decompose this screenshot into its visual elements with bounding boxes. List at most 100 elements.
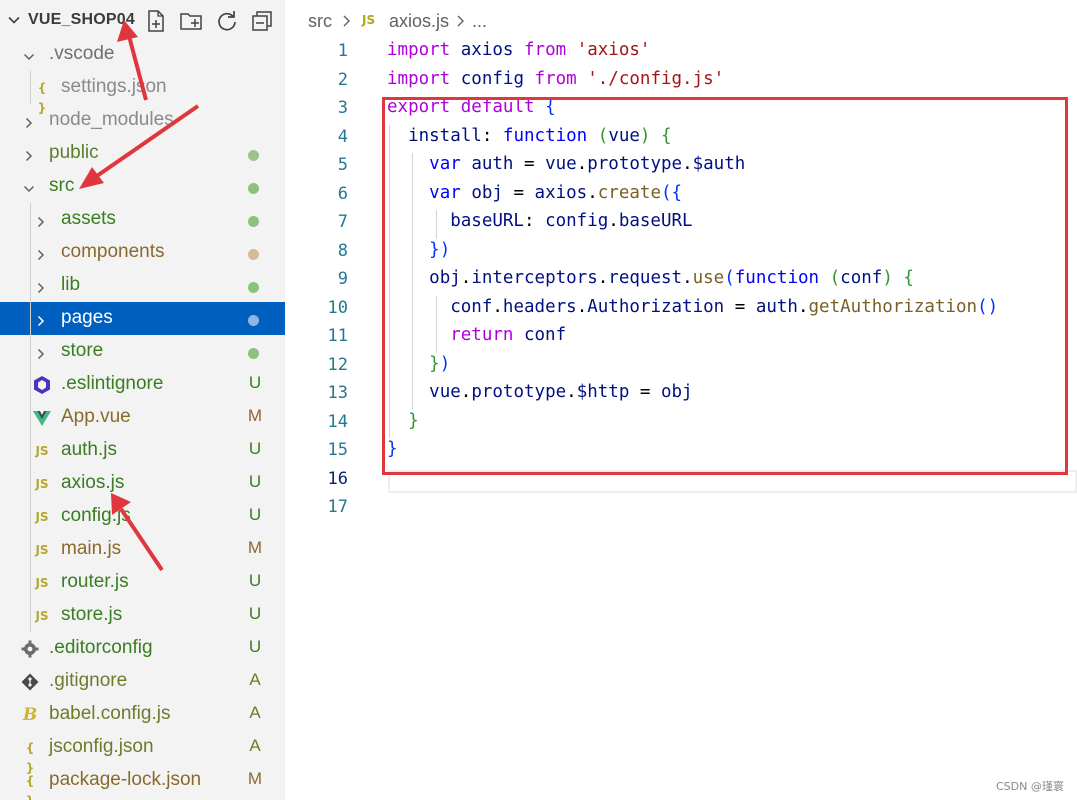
chevron-right-icon[interactable] — [22, 147, 36, 169]
tree-item-label: store — [61, 340, 104, 361]
js-file-icon: JS — [35, 444, 49, 458]
git-status-badge: A — [249, 736, 261, 755]
watermark: CSDN @瑾寰 — [996, 780, 1064, 793]
chevron-right-icon[interactable] — [34, 345, 48, 367]
line-number: 3 — [337, 98, 348, 118]
tree-folder-vscode[interactable]: .vscode — [0, 38, 285, 71]
line-number: 11 — [327, 326, 348, 346]
line-number: 10 — [327, 297, 348, 318]
tree-file-store-js[interactable]: JS store.js U — [0, 599, 285, 632]
git-status-dot — [248, 282, 259, 293]
chevron-right-icon[interactable] — [34, 279, 48, 301]
line-number: 5 — [337, 155, 348, 175]
git-status-badge: U — [248, 637, 262, 656]
code-line[interactable]: import axios from 'axios' — [387, 40, 650, 60]
tree-item-label: main.js — [61, 538, 122, 559]
git-status-badge: U — [248, 604, 262, 623]
git-status-badge: U — [248, 373, 262, 392]
tree-file-router-js[interactable]: JS router.js U — [0, 566, 285, 599]
tree-file-babel-config-js[interactable]: Bbabel.config.js A — [0, 698, 285, 731]
tree-folder-lib[interactable]: lib — [0, 269, 285, 302]
git-status-dot — [248, 249, 259, 260]
line-number: 17 — [327, 497, 348, 517]
tree-folder-node-modules[interactable]: node_modules — [0, 104, 285, 137]
chevron-right-icon[interactable] — [34, 246, 48, 268]
indent-guide — [30, 203, 31, 632]
tree-item-label: package-lock.json — [49, 769, 202, 790]
line-number: 4 — [337, 126, 348, 147]
json-file-icon: { } — [25, 741, 35, 775]
line-number: 12 — [327, 354, 348, 375]
tree-file-auth-js[interactable]: JS auth.js U — [0, 434, 285, 467]
tree-file-main-js[interactable]: JS main.js M — [0, 533, 285, 566]
chevron-down-icon[interactable] — [22, 180, 36, 202]
tree-folder-pages[interactable]: pages — [0, 302, 285, 335]
tree-file-eslintignore[interactable]: .eslintignore U — [0, 368, 285, 401]
new-folder-icon[interactable] — [178, 8, 204, 34]
breadcrumb-folder[interactable]: src — [308, 11, 332, 32]
line-number: 2 — [337, 69, 348, 90]
git-status-dot — [248, 183, 259, 194]
tree-item-label: config.js — [61, 505, 131, 526]
explorer-folder-title: VUE_SHOP04 — [28, 11, 135, 28]
breadcrumb-file[interactable]: axios.js — [389, 11, 449, 32]
chevron-right-icon — [455, 12, 467, 35]
collapse-all-icon[interactable] — [249, 8, 275, 34]
tree-folder-public[interactable]: public — [0, 137, 285, 170]
git-status-dot — [248, 216, 259, 227]
git-icon — [20, 672, 40, 692]
tree-folder-src[interactable]: src — [0, 170, 285, 203]
new-file-icon[interactable] — [143, 8, 169, 34]
tree-folder-store[interactable]: store — [0, 335, 285, 368]
tree-file-config-js[interactable]: JS config.js U — [0, 500, 285, 533]
tree-folder-assets[interactable]: assets — [0, 203, 285, 236]
breadcrumb-more[interactable]: ... — [472, 11, 487, 32]
tree-item-label: .vscode — [49, 43, 115, 64]
json-file-icon: { } — [25, 774, 35, 800]
git-status-dot — [248, 150, 259, 161]
tree-item-label: components — [61, 241, 165, 262]
eslint-icon — [32, 375, 52, 395]
code-line[interactable]: import config from './config.js' — [387, 69, 724, 89]
line-number: 6 — [337, 183, 348, 204]
chevron-right-icon[interactable] — [34, 213, 48, 235]
tree-item-label: axios.js — [61, 472, 125, 493]
tree-item-label: src — [49, 175, 75, 196]
babel-icon: B — [22, 705, 38, 725]
explorer-sidebar: VUE_SHOP04 .vscode { } settings.json node_m… — [0, 0, 285, 800]
tree-file-settings-json[interactable]: { } settings.json — [0, 71, 285, 115]
annotation-highlight-box — [382, 97, 1068, 475]
line-number: 15 — [327, 440, 348, 460]
chevron-right-icon[interactable] — [34, 312, 48, 334]
tree-file-gitignore[interactable]: .gitignore A — [0, 665, 285, 698]
js-file-icon: JS — [35, 543, 49, 557]
tree-file-package-lock-json[interactable]: { } package-lock.json M — [0, 764, 285, 800]
git-status-badge: M — [247, 406, 263, 425]
js-file-icon: JS — [35, 576, 49, 590]
chevron-down-icon[interactable] — [6, 12, 22, 32]
tree-file-jsconfig-json[interactable]: { } jsconfig.json A — [0, 731, 285, 775]
tree-item-label: lib — [61, 274, 81, 295]
git-status-badge: A — [249, 703, 261, 722]
tree-file-axios-js[interactable]: JS axios.js U — [0, 467, 285, 500]
js-file-icon: JS — [35, 477, 49, 491]
chevron-right-icon — [341, 12, 353, 35]
chevron-right-icon[interactable] — [22, 114, 36, 136]
git-status-badge: M — [247, 769, 263, 788]
tree-item-label: .gitignore — [49, 670, 128, 691]
git-status-badge: U — [248, 505, 262, 524]
tree-item-label: App.vue — [61, 406, 131, 427]
chevron-down-icon[interactable] — [22, 48, 36, 70]
git-status-badge: U — [248, 472, 262, 491]
refresh-icon[interactable] — [214, 8, 240, 34]
gear-icon — [20, 639, 40, 659]
tree-item-label: store.js — [61, 604, 123, 625]
tree-file-app-vue[interactable]: App.vue M — [0, 401, 285, 434]
git-status-badge: A — [249, 670, 261, 689]
git-status-badge: M — [247, 538, 263, 557]
explorer-folder-header[interactable]: VUE_SHOP04 — [0, 6, 285, 36]
git-status-dot — [248, 348, 259, 359]
git-status-dot — [248, 315, 259, 326]
tree-folder-components[interactable]: components — [0, 236, 285, 269]
tree-file-editorconfig[interactable]: .editorconfig U — [0, 632, 285, 665]
